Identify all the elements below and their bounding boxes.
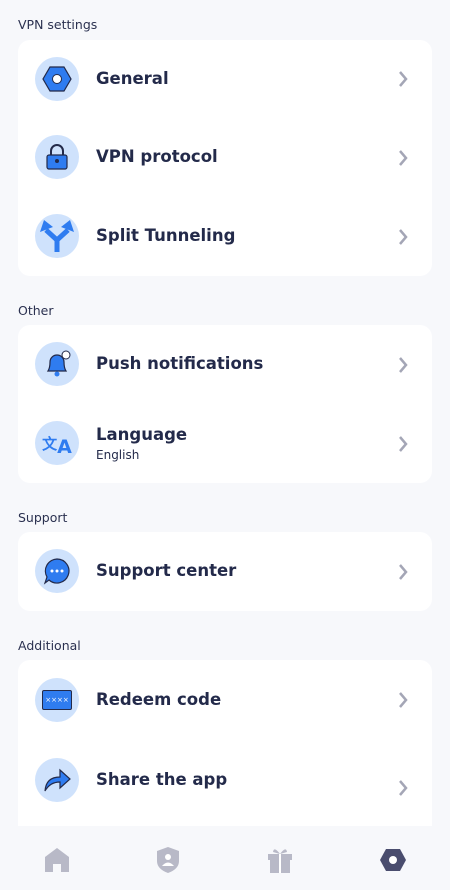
lock-icon <box>35 135 79 179</box>
settings-item-support-center[interactable]: Support center <box>18 532 432 611</box>
bell-icon <box>35 342 79 386</box>
settings-hex-icon[interactable] <box>379 846 407 874</box>
home-icon[interactable] <box>43 846 71 874</box>
settings-item-push-notifications[interactable]: Push notifications <box>18 325 432 404</box>
hex-nut-icon <box>35 57 79 101</box>
item-label: Support center <box>96 561 237 580</box>
item-label: VPN protocol <box>96 147 218 166</box>
section-vpn-settings: VPN settings <box>18 17 98 32</box>
section-other: Other <box>18 303 54 318</box>
settings-item-share-app[interactable]: Share the app <box>18 740 432 826</box>
chevron-right-icon <box>399 71 408 87</box>
chevron-right-icon <box>399 228 408 245</box>
item-label: Redeem code <box>96 690 222 709</box>
translate-icon: 文A <box>35 421 79 465</box>
chevron-right-icon <box>399 149 408 166</box>
share-arrow-icon <box>35 758 79 802</box>
item-label: Push notifications <box>96 354 264 373</box>
section-additional: Additional <box>18 638 81 653</box>
chat-bubble-icon <box>35 549 79 593</box>
settings-item-vpn-protocol[interactable]: VPN protocol <box>18 118 432 197</box>
language-value: English <box>96 448 140 462</box>
settings-item-split-tunneling[interactable]: Split Tunneling <box>18 197 432 276</box>
shield-user-icon[interactable] <box>154 846 182 874</box>
ticket-code-text: ×××× <box>42 690 72 710</box>
bottom-nav <box>0 826 450 890</box>
ticket-icon: ×××× <box>35 678 79 722</box>
chevron-right-icon <box>399 563 408 580</box>
item-label: Share the app <box>96 770 228 789</box>
gift-icon[interactable] <box>266 846 294 874</box>
chevron-right-icon <box>399 435 408 452</box>
settings-item-general[interactable]: General <box>18 40 432 118</box>
section-support: Support <box>18 510 68 525</box>
chevron-right-icon <box>399 692 408 708</box>
settings-item-redeem-code[interactable]: ×××× Redeem code <box>18 660 432 740</box>
item-label: Language <box>96 425 188 444</box>
settings-item-language[interactable]: 文A Language English <box>18 404 432 483</box>
chevron-right-icon <box>399 356 408 373</box>
split-arrows-icon <box>35 214 79 258</box>
item-label: General <box>96 69 169 88</box>
chevron-right-icon <box>399 780 408 796</box>
item-label: Split Tunneling <box>96 226 236 245</box>
